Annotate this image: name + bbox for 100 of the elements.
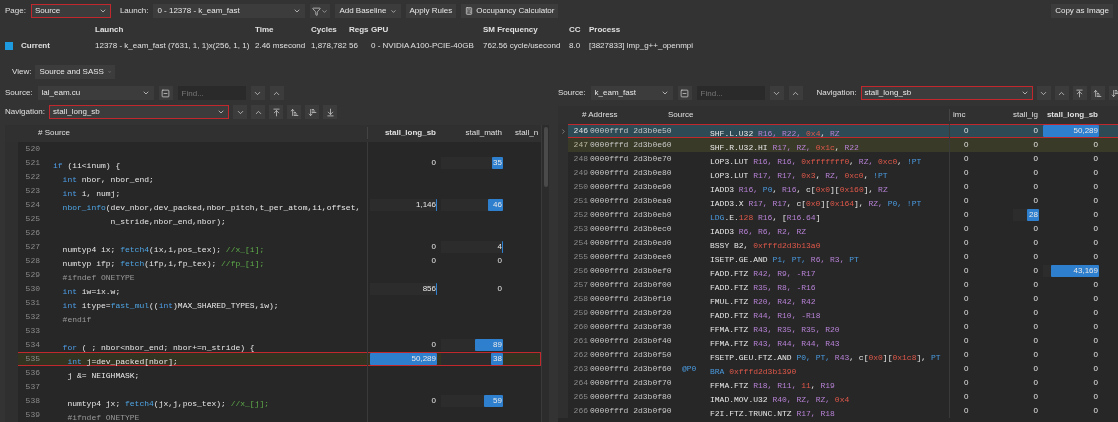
table-cell-text: 8.0: [569, 40, 582, 52]
source-row[interactable]: 536 j &= NEIGHMASK;: [5, 366, 541, 380]
table-cell-text: 0 - NVIDIA A100-PCIE-40GB: [371, 40, 475, 52]
first-button[interactable]: [1072, 86, 1087, 100]
source-row[interactable]: 523 int i, numj;: [5, 184, 541, 198]
find-field[interactable]: Find...: [696, 86, 765, 100]
line-number: 534: [24, 339, 40, 351]
source-row[interactable]: 526: [5, 226, 541, 240]
line-number: 247: [572, 139, 588, 151]
sass-row[interactable]: 257 0000fffd 2d3b0f00 FADD.FTZ R35, R8, -R16 0 0 0: [558, 278, 1118, 292]
metric-value: 0: [1033, 349, 1038, 361]
source-row[interactable]: 524 nbor_info(dev_nbor,dev_packed,nbor_pitch,t_per_atom,ii,offset, 1,146 46: [5, 198, 541, 212]
filter-button[interactable]: [310, 4, 331, 18]
toolbar-button[interactable]: Add Baseline: [335, 4, 401, 18]
source-row[interactable]: 532 #endif: [5, 310, 541, 324]
address: 0000fffd 2d3b0ec0: [589, 223, 673, 235]
code-line: numtyp4 jx; fetch4(jx,j,pos_tex); //x_[j];: [66, 399, 270, 408]
metric-value: 0: [964, 377, 969, 389]
collapse-button[interactable]: [677, 86, 692, 100]
toolbar-button[interactable]: Occupancy Calculator: [461, 4, 559, 18]
sass-row[interactable]: 258 0000fffd 2d3b0f10 FMUL.FTZ R20, R42, R42 0 0 0: [558, 292, 1118, 306]
navigation-dropdown[interactable]: stall_long_sb: [860, 86, 1033, 100]
toolbar-button[interactable]: Apply Rules: [405, 4, 457, 18]
lower-button[interactable]: [305, 105, 320, 119]
sass-row[interactable]: 266 0000fffd 2d3b0f90 F2I.FTZ.TRUNC.NTZ R17, R18 0 0 0: [558, 404, 1118, 418]
sass-row[interactable]: 246 0000fffd 2d3b0e50 SHF.L.U32 R16, R22, 0x4, RZ 0 0 50,289: [558, 124, 1118, 138]
metric-value: 0: [1093, 307, 1098, 319]
address: 0000fffd 2d3b0f70: [589, 377, 673, 389]
metric-value: 0: [964, 307, 969, 319]
metric-value: 0: [964, 279, 969, 291]
column-header: SM Frequency: [483, 24, 539, 36]
metric-value: 0: [964, 293, 969, 305]
page-dropdown[interactable]: Source: [30, 4, 111, 18]
code-line: int iw=ix.w;: [61, 287, 121, 296]
source-row[interactable]: 529 #ifndef ONETYPE: [5, 268, 541, 282]
source-row[interactable]: 527 numtyp4 ix; fetch4(ix,i,pos_tex); //x_[i]; 0 4: [5, 240, 541, 254]
collapse-button[interactable]: [158, 86, 173, 100]
sass-row[interactable]: 252 0000fffd 2d3b0eb0 LDG.E.128 R16, [R16.64] 0 28 0: [558, 208, 1118, 222]
sass-row[interactable]: 251 0000fffd 2d3b0ea0 IADD3.X R17, R17, c[0x0][0x164], RZ, P0, !PT 0 0 0: [558, 194, 1118, 208]
sass-row[interactable]: 261 0000fffd 2d3b0f40 FFMA.FTZ R43, R44, R44, R43 0 0 0: [558, 334, 1118, 348]
source-row[interactable]: 539 #ifndef ONETYPE: [5, 408, 541, 422]
file-dropdown[interactable]: lal_eam.cu: [37, 86, 154, 100]
column-header: Process: [589, 24, 622, 36]
source-row[interactable]: 531 int itype=fast_mul((int)MAX_SHARED_TYPES,iw);: [5, 296, 541, 310]
sass-row[interactable]: 254 0000fffd 2d3b0ed0 BSSY B2, 0xfffd2d3b13a0 0 0 0: [558, 236, 1118, 250]
metric-value: 0: [964, 321, 969, 333]
source-row[interactable]: 530 int iw=ix.w; 856 0: [5, 282, 541, 296]
sass-row[interactable]: 260 0000fffd 2d3b0f30 FFMA.FTZ R43, R35, R35, R20 0 0 0: [558, 320, 1118, 334]
sass-row[interactable]: 255 0000fffd 2d3b0ee0 ISETP.GE.AND P1, PT, R6, R3, PT 0 0 0: [558, 250, 1118, 264]
metric-value: 0: [1033, 153, 1038, 165]
source-row[interactable]: 537: [5, 380, 541, 394]
scrollbar[interactable]: [541, 125, 549, 422]
higher-button[interactable]: [287, 105, 302, 119]
source-row[interactable]: 522 int nbor, nbor_end;: [5, 170, 541, 184]
sass-row[interactable]: 265 0000fffd 2d3b0f80 IMAD.MOV.U32 R40, RZ, RZ, 0x4 0 0 0: [558, 390, 1118, 404]
launch-dropdown[interactable]: 0 - 12378 - k_eam_fast: [153, 4, 306, 18]
find-field[interactable]: Find...: [177, 86, 246, 100]
column-header: stall_long_sb: [1045, 109, 1099, 121]
column-header: stall_math: [464, 127, 503, 139]
find-next-button[interactable]: [769, 86, 784, 100]
source-row[interactable]: 535 int j=dev_packed[nbor]; 50,289 38: [5, 352, 541, 366]
navigation-dropdown[interactable]: stall_long_sb: [49, 105, 230, 119]
sass-row[interactable]: 264 0000fffd 2d3b0f70 FFMA.FTZ R18, R11, 11, R19 0 0 0: [558, 376, 1118, 390]
code-line: int j=dev_packed[nbor];: [66, 357, 178, 366]
source-row[interactable]: 533: [5, 324, 541, 338]
next-button[interactable]: [233, 105, 248, 119]
previous-button[interactable]: [251, 105, 266, 119]
source-row[interactable]: 521 if (ii<inum) { 0 35: [5, 156, 541, 170]
sass-row[interactable]: 256 0000fffd 2d3b0ef0 FADD.FTZ R42, R9, -R17 0 0 43,169: [558, 264, 1118, 278]
last-button[interactable]: [323, 105, 338, 119]
next-button[interactable]: [1036, 86, 1051, 100]
code-line: FFMA.FTZ R43, R35, R35, R20: [710, 325, 840, 334]
sass-row[interactable]: 248 0000fffd 2d3b0e70 LOP3.LUT R16, R16, 0xfffffff0, RZ, 0xc0, !PT 0 0 0: [558, 152, 1118, 166]
find-next-button[interactable]: [250, 86, 265, 100]
source-row[interactable]: 538 numtyp4 jx; fetch4(jx,j,pos_tex); //x_[j]; 0 59: [5, 394, 541, 408]
code-line: LDG.E.128 R16, [R16.64]: [710, 213, 821, 222]
find-previous-button[interactable]: [269, 86, 284, 100]
sass-row[interactable]: 249 0000fffd 2d3b0e80 LOP3.LUT R17, R17, 0x3, RZ, 0xc0, !PT 0 0 0: [558, 166, 1118, 180]
previous-button[interactable]: [1054, 86, 1069, 100]
sass-row[interactable]: 263 0000fffd 2d3b0f60 @P0 BRA 0xfffd2d3b1390 0 0 0: [558, 362, 1118, 376]
source-row[interactable]: 520: [5, 142, 541, 156]
view-dropdown[interactable]: Source and SASS: [35, 65, 116, 79]
metric-value: 4: [497, 241, 502, 253]
source-row[interactable]: 525 n_stride,nbor_end,nbor);: [5, 212, 541, 226]
metric-value: 0: [1033, 377, 1038, 389]
first-button[interactable]: [269, 105, 284, 119]
higher-button[interactable]: [1090, 86, 1105, 100]
metric-value: 0: [964, 251, 969, 263]
sass-row[interactable]: 253 0000fffd 2d3b0ec0 IADD3 R6, R6, R2, RZ 0 0 0: [558, 222, 1118, 236]
source-row[interactable]: 528 numtyp ifp; fetch(ifp,i,fp_tex); //fp_[i]; 0 0: [5, 254, 541, 268]
column-header: stall_lg: [1012, 109, 1039, 121]
copy-as-image-button[interactable]: Copy as Image: [1051, 4, 1113, 18]
sass-row[interactable]: 259 0000fffd 2d3b0f20 FADD.FTZ R44, R10, -R18 0 0 0: [558, 306, 1118, 320]
sass-row[interactable]: 262 0000fffd 2d3b0f50 FSETP.GEU.FTZ.AND P0, PT, R43, c[0x0][0x1c8], PT 0 0 0: [558, 348, 1118, 362]
file-dropdown[interactable]: k_eam_fast: [590, 86, 673, 100]
find-previous-button[interactable]: [788, 86, 803, 100]
sass-row[interactable]: 247 0000fffd 2d3b0e60 SHF.R.U32.HI R17, RZ, 0x1c, R22 0 0 0: [558, 138, 1118, 152]
metric-value: 0: [1033, 195, 1038, 207]
lower-button[interactable]: [1108, 86, 1118, 100]
sass-row[interactable]: 250 0000fffd 2d3b0e90 IADD3 R16, P0, R16, c[0x0][0x160], RZ 0 0 0: [558, 180, 1118, 194]
